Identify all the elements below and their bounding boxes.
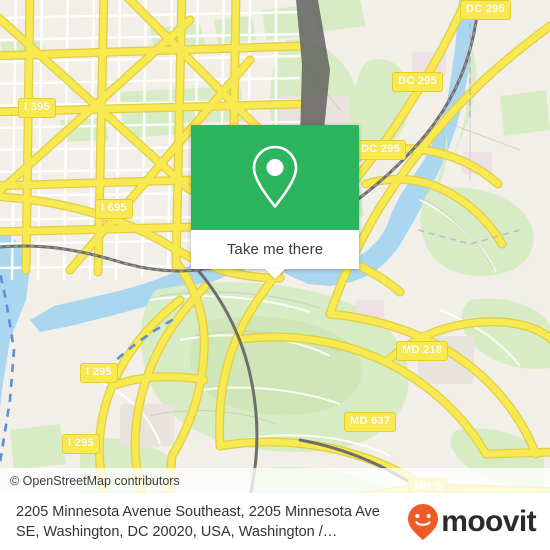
address-caption: 2205 Minnesota Avenue Southeast, 2205 Mi… <box>16 503 380 540</box>
highway-shield: I 695 <box>95 199 133 219</box>
highway-shield: DC 295 <box>355 140 407 160</box>
highway-shield: I 295 <box>62 434 100 454</box>
highway-shield: DC 295 <box>392 72 444 92</box>
popup-action-bar[interactable]: Take me there <box>191 230 359 279</box>
highway-shield: MD 637 <box>344 412 397 432</box>
location-popup[interactable]: Take me there <box>191 125 359 279</box>
moovit-pin-icon <box>408 503 439 540</box>
map-attribution: © OpenStreetMap contributors <box>0 468 550 493</box>
highway-shield: MD 218 <box>396 341 449 361</box>
highway-shield: I 295 <box>80 363 118 383</box>
caption-bar: 2205 Minnesota Avenue Southeast, 2205 Mi… <box>0 493 550 550</box>
popup-pointer <box>265 269 285 279</box>
moovit-logo: moovit <box>406 502 542 542</box>
highway-shield: I 395 <box>18 98 56 118</box>
highway-shield: DC 295 <box>460 0 512 20</box>
popup-image-panel <box>191 125 359 230</box>
osm-attribution-text: © OpenStreetMap contributors <box>10 473 180 488</box>
map-screenshot: DC 295 DC 295 DC 295 I 395 I 695 I 295 I… <box>0 0 550 550</box>
take-me-there-label: Take me there <box>226 241 324 258</box>
map-pin-icon <box>252 145 298 208</box>
moovit-wordmark: moovit <box>441 504 536 538</box>
